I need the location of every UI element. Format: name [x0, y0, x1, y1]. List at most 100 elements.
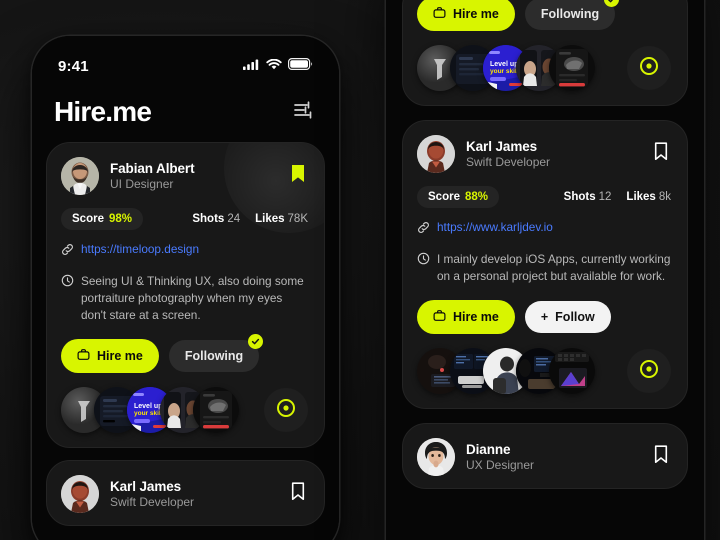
view-shots-button[interactable] [264, 388, 308, 433]
page-title: Hire.me [54, 96, 152, 127]
likes-value: 8k [658, 191, 671, 203]
cellular-signal-icon [243, 57, 260, 75]
following-button[interactable]: Following [168, 334, 264, 373]
score-label: Score [428, 191, 460, 203]
info-circle-icon [417, 252, 430, 270]
follow-button[interactable]: + Follow [524, 301, 611, 334]
shots-value: 12 [598, 191, 612, 203]
score-badge: Score 98% [61, 208, 143, 230]
profile-card[interactable]: Karl James Swift Developer [46, 460, 325, 527]
phone-mockup-left: 9:41 Hire.me Fabian Albert UI Designer S… [32, 36, 339, 540]
following-check-badge [248, 334, 264, 350]
shots-thumbnails[interactable]: Level up your skills [61, 387, 239, 434]
feed-list-left: Fabian Albert UI Designer Score 98% Shot… [32, 142, 339, 527]
bookmark-button[interactable] [288, 165, 308, 187]
phone-mockup-right: Hire me Following Level up your skills K… [386, 0, 704, 540]
shots-label: Shots [563, 191, 596, 203]
likes-label: Likes [626, 191, 656, 203]
shot-thumbnail[interactable] [193, 387, 239, 434]
status-bar-time: 9:41 [58, 57, 89, 75]
view-shots-button[interactable] [627, 46, 671, 90]
card-header: Karl James Swift Developer [61, 475, 308, 514]
svg-text:Level up: Level up [490, 61, 518, 68]
link-chain-icon [61, 243, 74, 261]
avatar [61, 475, 99, 514]
shots-value: 24 [227, 213, 241, 225]
stat-group: Shots 12 Likes 8k [564, 191, 671, 203]
bookmark-button[interactable] [651, 445, 671, 469]
profile-role: Swift Developer [466, 155, 551, 169]
card-header: Dianne UX Designer [417, 438, 671, 477]
score-badge: Score 88% [417, 186, 499, 208]
battery-icon [288, 57, 313, 75]
status-bar-icons [243, 57, 313, 75]
profile-card[interactable]: Dianne UX Designer [402, 423, 688, 490]
website-link[interactable]: https://www.karljdev.io [437, 220, 553, 235]
profile-bio: I mainly develop iOS Apps, currently wor… [437, 252, 671, 284]
hire-me-button[interactable]: Hire me [417, 300, 515, 335]
shots-thumbnails[interactable] [417, 348, 595, 395]
app-screen-right: Hire me Following Level up your skills K… [386, 0, 704, 540]
status-bar: 9:41 [32, 36, 339, 76]
profile-card[interactable]: Karl James Swift Developer Score 88% Sho… [402, 120, 688, 410]
shots-thumbnails[interactable]: Level up your skills [417, 45, 595, 91]
score-value: 88% [464, 191, 488, 203]
screenshot-stage: 9:41 Hire.me Fabian Albert UI Designer S… [0, 0, 720, 540]
card-actions: Hire me Following [417, 0, 671, 31]
hire-me-button[interactable]: Hire me [417, 0, 515, 31]
shot-thumbnail[interactable] [549, 348, 595, 395]
shots-thumbnail-row: Level up your skills [417, 45, 671, 91]
card-actions: Hire me + Follow [417, 300, 671, 335]
target-circle-icon [275, 397, 297, 424]
profile-name: Dianne [466, 442, 511, 458]
briefcase-icon [433, 309, 446, 325]
bookmark-icon [654, 445, 668, 469]
shots-thumbnail-row [417, 348, 671, 395]
briefcase-icon [433, 6, 446, 22]
view-shots-button[interactable] [627, 349, 671, 394]
feed-list-right: Hire me Following Level up your skills K… [386, 0, 704, 490]
profile-name: Fabian Albert [110, 161, 195, 176]
card-header: Fabian Albert UI Designer [61, 157, 308, 195]
shot-thumbnail[interactable] [549, 45, 595, 91]
card-header: Karl James Swift Developer [417, 135, 671, 173]
profile-card-partial[interactable]: Hire me Following Level up your skills [402, 0, 688, 106]
briefcase-icon [77, 348, 90, 364]
card-identity: Karl James Swift Developer [110, 479, 194, 509]
app-screen-left: 9:41 Hire.me Fabian Albert UI Designer S… [32, 36, 339, 540]
hire-me-label: Hire me [453, 310, 499, 325]
card-identity: Fabian Albert UI Designer [110, 161, 195, 191]
card-stats: Score 98% Shots 24 Likes 78K [61, 208, 308, 230]
sliders-filter-icon [293, 100, 315, 125]
shots-thumbnail-row: Level up your skills [61, 387, 308, 434]
shots-stat: Shots 12 [564, 191, 612, 203]
card-actions: Hire me Following [61, 334, 308, 374]
shots-stat: Shots 24 [192, 213, 240, 225]
bio-row: Seeing UI & Thinking UX, also doing some… [61, 273, 308, 324]
profile-bio: Seeing UI & Thinking UX, also doing some… [81, 274, 304, 323]
following-button[interactable]: Following [524, 0, 620, 30]
app-header: Hire.me [32, 76, 339, 142]
profile-role: Swift Developer [110, 495, 195, 510]
wifi-icon [266, 57, 282, 75]
website-link[interactable]: https://timeloop.design [81, 242, 199, 257]
follow-label: Follow [555, 310, 595, 325]
profile-name: Karl James [110, 479, 182, 495]
profile-name: Karl James [466, 139, 538, 154]
bookmark-button[interactable] [288, 482, 308, 505]
target-circle-icon [638, 358, 660, 385]
profile-card[interactable]: Fabian Albert UI Designer Score 98% Shot… [46, 142, 325, 449]
likes-label: Likes [255, 213, 285, 225]
following-label: Following [184, 349, 244, 364]
filter-button[interactable] [291, 100, 317, 124]
website-row[interactable]: https://timeloop.design [61, 242, 308, 261]
bookmark-button[interactable] [651, 142, 671, 165]
info-circle-icon [61, 274, 74, 292]
hire-me-button[interactable]: Hire me [61, 339, 159, 374]
target-circle-icon [638, 55, 660, 82]
website-row[interactable]: https://www.karljdev.io [417, 220, 671, 239]
link-chain-icon [417, 221, 430, 239]
avatar [417, 438, 455, 477]
avatar [417, 135, 455, 173]
hire-me-label: Hire me [97, 349, 143, 364]
